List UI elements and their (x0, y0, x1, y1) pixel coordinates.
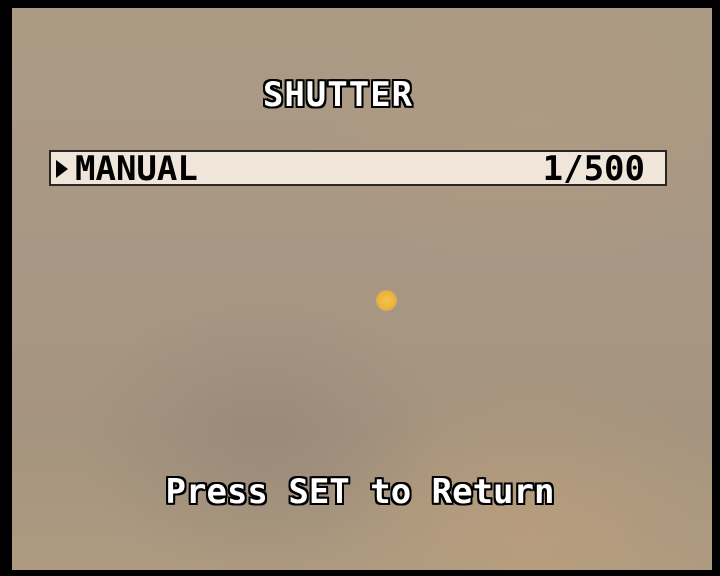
menu-title: SHUTTER (262, 75, 414, 115)
return-hint: Press SET to Return (165, 472, 555, 512)
sun-in-sky (376, 290, 397, 311)
triangle-right-icon (56, 160, 68, 178)
camera-osd-screen: SHUTTER MANUAL 1/500 Press SET to Return (0, 0, 720, 576)
shutter-speed-value: 1/500 (542, 149, 645, 189)
menu-item-manual[interactable]: MANUAL 1/500 (49, 150, 667, 186)
menu-item-label: MANUAL (75, 149, 198, 189)
